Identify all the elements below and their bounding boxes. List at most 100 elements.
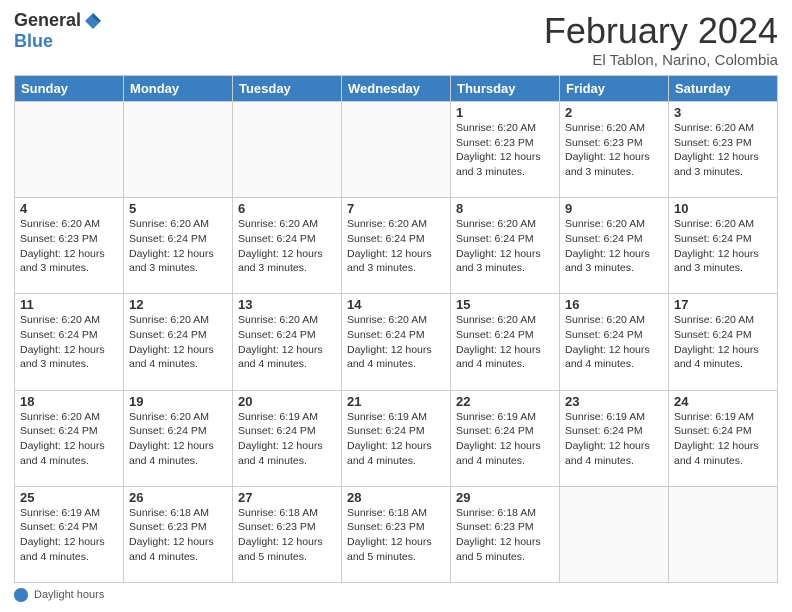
day-number: 22 <box>456 394 554 409</box>
logo-general-text: General <box>14 10 81 31</box>
calendar-cell: 11Sunrise: 6:20 AMSunset: 6:24 PMDayligh… <box>15 294 124 390</box>
day-number: 4 <box>20 201 118 216</box>
top-section: General Blue February 2024 El Tablon, Na… <box>14 10 778 69</box>
day-number: 21 <box>347 394 445 409</box>
calendar-cell <box>124 102 233 198</box>
day-number: 5 <box>129 201 227 216</box>
calendar-week-row-1: 4Sunrise: 6:20 AMSunset: 6:23 PMDaylight… <box>15 198 778 294</box>
calendar-cell: 27Sunrise: 6:18 AMSunset: 6:23 PMDayligh… <box>233 486 342 582</box>
day-info: Sunrise: 6:20 AMSunset: 6:23 PMDaylight:… <box>674 121 772 180</box>
day-info: Sunrise: 6:20 AMSunset: 6:24 PMDaylight:… <box>347 313 445 372</box>
footer-label: Daylight hours <box>34 589 104 601</box>
location: El Tablon, Narino, Colombia <box>544 52 778 69</box>
calendar-cell: 13Sunrise: 6:20 AMSunset: 6:24 PMDayligh… <box>233 294 342 390</box>
calendar-week-row-3: 18Sunrise: 6:20 AMSunset: 6:24 PMDayligh… <box>15 390 778 486</box>
day-number: 9 <box>565 201 663 216</box>
day-info: Sunrise: 6:20 AMSunset: 6:24 PMDaylight:… <box>238 313 336 372</box>
day-number: 11 <box>20 297 118 312</box>
day-info: Sunrise: 6:20 AMSunset: 6:24 PMDaylight:… <box>456 313 554 372</box>
footer-dot-icon <box>14 588 28 602</box>
col-sunday: Sunday <box>15 76 124 102</box>
day-info: Sunrise: 6:20 AMSunset: 6:24 PMDaylight:… <box>674 217 772 276</box>
day-info: Sunrise: 6:20 AMSunset: 6:24 PMDaylight:… <box>129 410 227 469</box>
calendar-cell: 18Sunrise: 6:20 AMSunset: 6:24 PMDayligh… <box>15 390 124 486</box>
day-info: Sunrise: 6:20 AMSunset: 6:24 PMDaylight:… <box>20 313 118 372</box>
day-number: 23 <box>565 394 663 409</box>
calendar-cell: 5Sunrise: 6:20 AMSunset: 6:24 PMDaylight… <box>124 198 233 294</box>
calendar-cell: 16Sunrise: 6:20 AMSunset: 6:24 PMDayligh… <box>560 294 669 390</box>
calendar-cell: 17Sunrise: 6:20 AMSunset: 6:24 PMDayligh… <box>669 294 778 390</box>
calendar-cell <box>15 102 124 198</box>
day-number: 26 <box>129 490 227 505</box>
col-tuesday: Tuesday <box>233 76 342 102</box>
calendar-cell: 2Sunrise: 6:20 AMSunset: 6:23 PMDaylight… <box>560 102 669 198</box>
day-info: Sunrise: 6:20 AMSunset: 6:24 PMDaylight:… <box>347 217 445 276</box>
calendar-cell: 14Sunrise: 6:20 AMSunset: 6:24 PMDayligh… <box>342 294 451 390</box>
page: General Blue February 2024 El Tablon, Na… <box>0 0 792 612</box>
calendar-week-row-2: 11Sunrise: 6:20 AMSunset: 6:24 PMDayligh… <box>15 294 778 390</box>
header-right: February 2024 El Tablon, Narino, Colombi… <box>544 10 778 69</box>
calendar-cell: 29Sunrise: 6:18 AMSunset: 6:23 PMDayligh… <box>451 486 560 582</box>
calendar-cell: 10Sunrise: 6:20 AMSunset: 6:24 PMDayligh… <box>669 198 778 294</box>
calendar-week-row-0: 1Sunrise: 6:20 AMSunset: 6:23 PMDaylight… <box>15 102 778 198</box>
day-info: Sunrise: 6:18 AMSunset: 6:23 PMDaylight:… <box>347 506 445 565</box>
day-number: 19 <box>129 394 227 409</box>
calendar-cell: 23Sunrise: 6:19 AMSunset: 6:24 PMDayligh… <box>560 390 669 486</box>
col-monday: Monday <box>124 76 233 102</box>
calendar-cell: 26Sunrise: 6:18 AMSunset: 6:23 PMDayligh… <box>124 486 233 582</box>
calendar-cell: 19Sunrise: 6:20 AMSunset: 6:24 PMDayligh… <box>124 390 233 486</box>
calendar-cell: 1Sunrise: 6:20 AMSunset: 6:23 PMDaylight… <box>451 102 560 198</box>
day-number: 15 <box>456 297 554 312</box>
day-info: Sunrise: 6:19 AMSunset: 6:24 PMDaylight:… <box>20 506 118 565</box>
day-info: Sunrise: 6:20 AMSunset: 6:24 PMDaylight:… <box>238 217 336 276</box>
calendar-cell <box>342 102 451 198</box>
col-thursday: Thursday <box>451 76 560 102</box>
day-info: Sunrise: 6:20 AMSunset: 6:24 PMDaylight:… <box>674 313 772 372</box>
day-info: Sunrise: 6:19 AMSunset: 6:24 PMDaylight:… <box>565 410 663 469</box>
day-number: 28 <box>347 490 445 505</box>
day-number: 1 <box>456 105 554 120</box>
logo-blue-text: Blue <box>14 31 53 51</box>
day-number: 24 <box>674 394 772 409</box>
day-number: 13 <box>238 297 336 312</box>
day-number: 16 <box>565 297 663 312</box>
day-info: Sunrise: 6:20 AMSunset: 6:23 PMDaylight:… <box>565 121 663 180</box>
day-info: Sunrise: 6:20 AMSunset: 6:23 PMDaylight:… <box>456 121 554 180</box>
calendar-cell: 20Sunrise: 6:19 AMSunset: 6:24 PMDayligh… <box>233 390 342 486</box>
day-info: Sunrise: 6:20 AMSunset: 6:24 PMDaylight:… <box>565 313 663 372</box>
month-title: February 2024 <box>544 10 778 52</box>
day-number: 29 <box>456 490 554 505</box>
day-info: Sunrise: 6:20 AMSunset: 6:24 PMDaylight:… <box>20 410 118 469</box>
day-info: Sunrise: 6:20 AMSunset: 6:24 PMDaylight:… <box>565 217 663 276</box>
day-number: 20 <box>238 394 336 409</box>
calendar-cell: 6Sunrise: 6:20 AMSunset: 6:24 PMDaylight… <box>233 198 342 294</box>
day-info: Sunrise: 6:19 AMSunset: 6:24 PMDaylight:… <box>456 410 554 469</box>
col-saturday: Saturday <box>669 76 778 102</box>
day-number: 17 <box>674 297 772 312</box>
calendar-cell: 4Sunrise: 6:20 AMSunset: 6:23 PMDaylight… <box>15 198 124 294</box>
day-number: 6 <box>238 201 336 216</box>
day-number: 12 <box>129 297 227 312</box>
day-info: Sunrise: 6:20 AMSunset: 6:24 PMDaylight:… <box>129 217 227 276</box>
day-info: Sunrise: 6:20 AMSunset: 6:24 PMDaylight:… <box>129 313 227 372</box>
col-friday: Friday <box>560 76 669 102</box>
day-number: 8 <box>456 201 554 216</box>
calendar-cell <box>669 486 778 582</box>
day-info: Sunrise: 6:19 AMSunset: 6:24 PMDaylight:… <box>674 410 772 469</box>
calendar-cell: 8Sunrise: 6:20 AMSunset: 6:24 PMDaylight… <box>451 198 560 294</box>
calendar-cell: 21Sunrise: 6:19 AMSunset: 6:24 PMDayligh… <box>342 390 451 486</box>
day-number: 2 <box>565 105 663 120</box>
calendar-cell <box>560 486 669 582</box>
day-info: Sunrise: 6:20 AMSunset: 6:24 PMDaylight:… <box>456 217 554 276</box>
day-info: Sunrise: 6:18 AMSunset: 6:23 PMDaylight:… <box>129 506 227 565</box>
day-number: 14 <box>347 297 445 312</box>
day-number: 27 <box>238 490 336 505</box>
footer: Daylight hours <box>14 588 778 602</box>
calendar-cell: 25Sunrise: 6:19 AMSunset: 6:24 PMDayligh… <box>15 486 124 582</box>
day-number: 7 <box>347 201 445 216</box>
day-info: Sunrise: 6:20 AMSunset: 6:23 PMDaylight:… <box>20 217 118 276</box>
calendar-cell: 12Sunrise: 6:20 AMSunset: 6:24 PMDayligh… <box>124 294 233 390</box>
calendar-cell: 3Sunrise: 6:20 AMSunset: 6:23 PMDaylight… <box>669 102 778 198</box>
day-number: 25 <box>20 490 118 505</box>
day-info: Sunrise: 6:18 AMSunset: 6:23 PMDaylight:… <box>456 506 554 565</box>
